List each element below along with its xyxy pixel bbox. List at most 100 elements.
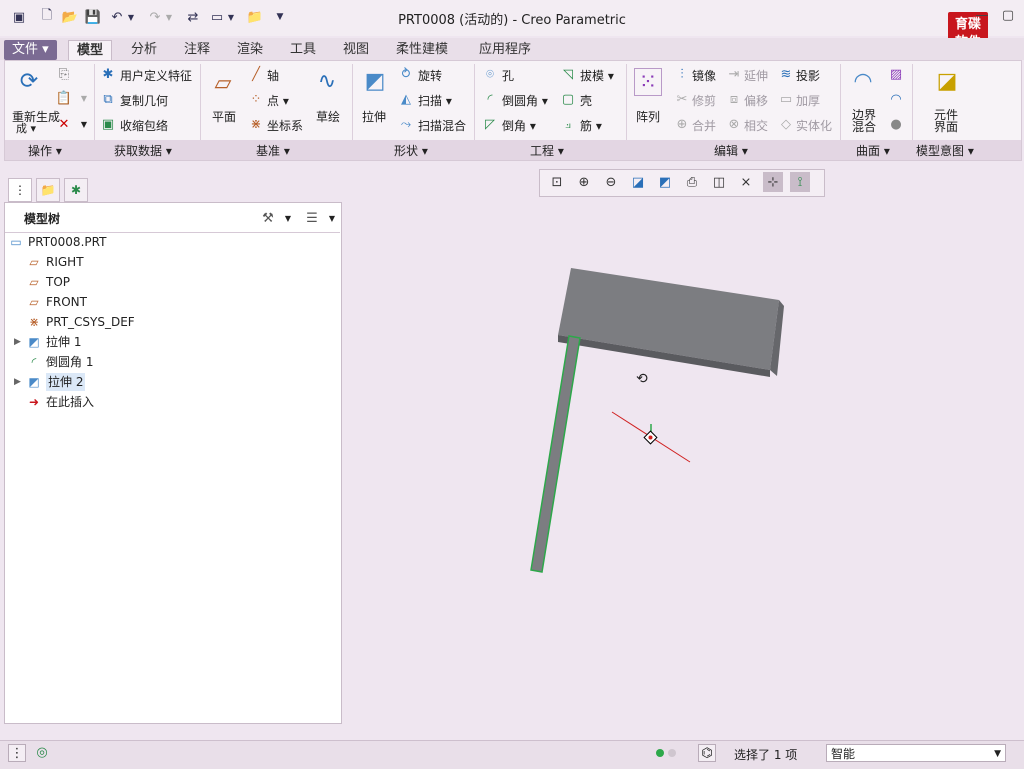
tab-render[interactable]: 渲染 (229, 40, 271, 60)
tab-model[interactable]: 模型 (68, 40, 113, 61)
merge-button[interactable]: 合并 (692, 117, 716, 134)
swept-blend-button[interactable]: 扫描混合 (418, 117, 466, 134)
show-navigator-icon[interactable]: ⋮ (8, 744, 26, 762)
tab-annotate[interactable]: 注释 (176, 40, 218, 60)
extrude-big-icon[interactable]: ◩ (360, 66, 390, 96)
shrinkwrap-button[interactable]: 收缩包络 (120, 117, 168, 134)
paste-icon[interactable]: 📋 (56, 90, 72, 106)
axis-button[interactable]: 轴 (267, 67, 279, 84)
model-tree-item[interactable]: ▭ PRT0008.PRT (8, 233, 106, 251)
annotation-display-icon[interactable]: ⟟ (790, 172, 810, 192)
display-style-icon[interactable]: ◩ (655, 172, 675, 192)
component-interface-big-icon[interactable]: ◪ (932, 66, 962, 96)
tree-settings-icon[interactable]: ⚒ (260, 210, 276, 226)
pattern-big-icon[interactable]: ⁙ (634, 68, 662, 96)
graphics-window[interactable]: ⟲ (500, 240, 820, 600)
tree-columns-icon[interactable]: ☰ (304, 210, 320, 226)
csys-button[interactable]: 坐标系 (267, 117, 303, 134)
zoom-in-icon[interactable]: ⊕ (574, 172, 594, 192)
rib-button[interactable]: 筋 ▾ (580, 117, 602, 134)
model-tree-tab-icon[interactable]: ⋮ (8, 178, 32, 202)
model-tree-item[interactable]: ▶ ◩ 拉伸 2 (14, 373, 86, 391)
project-button[interactable]: 投影 (796, 67, 820, 84)
intersect-button[interactable]: 相交 (744, 117, 768, 134)
group-editing[interactable]: 编辑 ▾ (714, 142, 748, 159)
saved-views-icon[interactable]: ⎙ (682, 172, 702, 192)
regenerate-big-icon[interactable]: ⟳ (14, 66, 44, 96)
find-icon[interactable]: ⌬ (698, 744, 716, 762)
sketch-button[interactable]: 草绘 (316, 108, 340, 125)
round-button[interactable]: 倒圆角 ▾ (502, 92, 548, 109)
tab-file[interactable]: 文件 ▾ (4, 40, 57, 60)
group-operations[interactable]: 操作 ▾ (28, 142, 62, 159)
mirror-button[interactable]: 镜像 (692, 67, 716, 84)
tree-columns-dropdown-icon[interactable]: ▼ (324, 210, 340, 226)
group-get-data[interactable]: 获取数据 ▾ (114, 142, 172, 159)
boundary-blend-big-icon[interactable]: ◠ (848, 66, 878, 96)
tab-flexible-modeling[interactable]: 柔性建模 (388, 40, 456, 60)
trim-button[interactable]: 修剪 (692, 92, 716, 109)
expand-icon[interactable]: ▶ (14, 373, 26, 391)
repaint-icon[interactable]: ◪ (628, 172, 648, 192)
group-engineering[interactable]: 工程 ▾ (530, 142, 564, 159)
refit-icon[interactable]: ⊡ (547, 172, 567, 192)
pattern-button[interactable]: 阵列 (636, 108, 660, 125)
copy-geometry-button[interactable]: 复制几何 (120, 92, 168, 109)
copy-icon[interactable]: ⎘ (56, 66, 72, 82)
spin-center-icon[interactable]: ⊹ (763, 172, 783, 192)
zoom-out-icon[interactable]: ⊖ (601, 172, 621, 192)
spin-center-icon-graphic: ⟲ (636, 371, 648, 387)
tree-settings-dropdown-icon[interactable]: ▼ (280, 210, 296, 226)
tab-view[interactable]: 视图 (335, 40, 377, 60)
model-tree-item[interactable]: ▱ FRONT (14, 293, 87, 311)
expand-icon[interactable]: ▶ (14, 333, 26, 351)
extrude-button[interactable]: 拉伸 (362, 108, 386, 125)
selection-filter-select[interactable]: 智能 ▼ (826, 744, 1006, 762)
solidify-button[interactable]: 实体化 (796, 117, 832, 134)
fill-icon[interactable]: ▨ (888, 66, 904, 82)
udf-button[interactable]: 用户定义特征 (120, 67, 192, 84)
model-tree-item[interactable]: ⋇ PRT_CSYS_DEF (14, 313, 135, 331)
point-button[interactable]: 点 ▾ (267, 92, 289, 109)
group-shapes[interactable]: 形状 ▾ (394, 142, 428, 159)
delete-icon[interactable]: ✕ (56, 116, 72, 132)
paste-dropdown-icon[interactable]: ▼ (76, 90, 92, 106)
group-datum[interactable]: 基准 ▾ (256, 142, 290, 159)
group-model-intent[interactable]: 模型意图 ▾ (916, 142, 974, 159)
delete-dropdown-icon[interactable]: ▼ (76, 116, 92, 132)
sketch-big-icon[interactable]: ∿ (312, 66, 342, 96)
style-icon[interactable]: ◠ (888, 91, 904, 107)
csys-icon: ⋇ (28, 315, 40, 329)
plane-button[interactable]: 平面 (212, 108, 236, 125)
folder-browser-tab-icon[interactable]: 📁 (36, 178, 60, 202)
tab-analysis[interactable]: 分析 (123, 40, 165, 60)
extend-button[interactable]: 延伸 (744, 67, 768, 84)
plane-big-icon[interactable]: ▱ (208, 68, 238, 98)
hole-button[interactable]: 孔 (502, 67, 514, 84)
model-tree-item[interactable]: ▱ RIGHT (14, 253, 84, 271)
selected-rod[interactable] (530, 335, 581, 573)
view-manager-icon[interactable]: ◫ (709, 172, 729, 192)
chamfer-button[interactable]: 倒角 ▾ (502, 117, 536, 134)
model-tree-item[interactable]: ◜ 倒圆角 1 (14, 353, 94, 371)
maximize-button[interactable]: ▢ (1000, 8, 1016, 24)
group-surfaces[interactable]: 曲面 ▾ (856, 142, 890, 159)
sweep-button[interactable]: 扫描 ▾ (418, 92, 452, 109)
freestyle-icon[interactable]: ● (888, 116, 904, 132)
model-tree-item[interactable]: ➜ 在此插入 (14, 393, 94, 411)
model-tree-item[interactable]: ▱ TOP (14, 273, 70, 291)
copy-geometry-icon: ⧉ (103, 91, 113, 107)
show-browser-icon[interactable]: ◎ (34, 744, 50, 760)
minimize-button[interactable]: — (974, 8, 990, 24)
tab-applications[interactable]: 应用程序 (471, 40, 539, 60)
offset-button[interactable]: 偏移 (744, 92, 768, 109)
shell-button[interactable]: 壳 (580, 92, 592, 109)
draft-button[interactable]: 拔模 ▾ (580, 67, 614, 84)
tab-tools[interactable]: 工具 (282, 40, 324, 60)
favorites-tab-icon[interactable]: ✱ (64, 178, 88, 202)
model-tree-item[interactable]: ▶ ◩ 拉伸 1 (14, 333, 81, 351)
model-tree-item-label: RIGHT (46, 255, 84, 269)
datum-display-icon[interactable]: ⨯ (736, 172, 756, 192)
revolve-button[interactable]: 旋转 (418, 67, 442, 84)
thicken-button[interactable]: 加厚 (796, 92, 820, 109)
